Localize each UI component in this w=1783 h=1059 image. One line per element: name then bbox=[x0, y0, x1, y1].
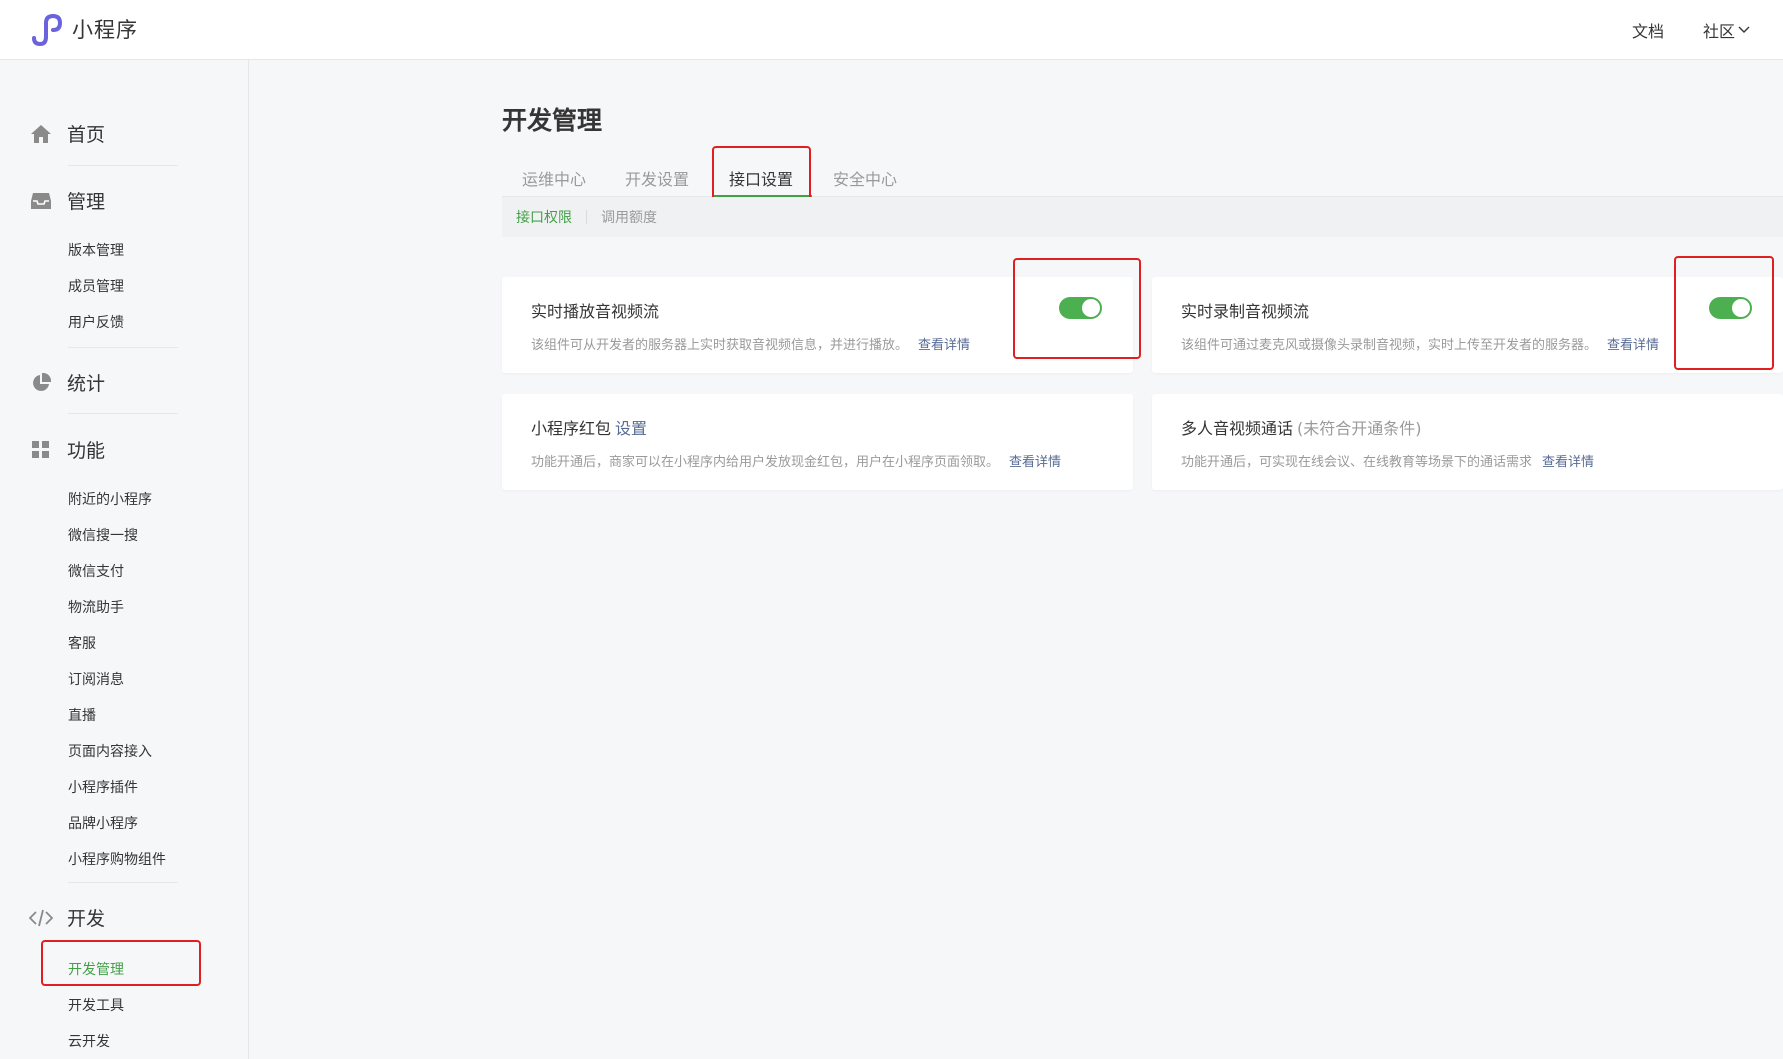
feature-card-live-pusher: 实时录制音视频流 该组件可通过麦克风或摄像头录制音视频，实时上传至开发者的服务器… bbox=[1152, 277, 1783, 373]
sidebar-item-shopping[interactable]: 小程序购物组件 bbox=[68, 849, 166, 869]
feature-card-live-player: 实时播放音视频流 该组件可从开发者的服务器上实时获取音视频信息，并进行播放。 查看… bbox=[502, 277, 1133, 373]
grid-icon bbox=[29, 438, 53, 462]
sidebar-item-dev-tools[interactable]: 开发工具 bbox=[68, 995, 124, 1015]
card-title-text: 小程序红包 bbox=[531, 419, 612, 438]
card-title: 小程序红包 设置 bbox=[531, 415, 647, 439]
card-title: 多人音视频通话 (未符合开通条件) bbox=[1181, 415, 1422, 439]
sidebar-group-dev[interactable]: 开发 bbox=[29, 904, 105, 931]
settings-link[interactable]: 设置 bbox=[615, 419, 647, 438]
card-title-text: 多人音视频通话 bbox=[1181, 419, 1294, 438]
sidebar-item-logistics[interactable]: 物流助手 bbox=[68, 597, 124, 617]
code-icon bbox=[29, 906, 53, 930]
docs-link[interactable]: 文档 bbox=[1632, 18, 1664, 42]
app-name: 小程序 bbox=[72, 18, 138, 42]
tab-security[interactable]: 安全中心 bbox=[833, 166, 897, 190]
chevron-down-icon bbox=[1738, 26, 1750, 33]
sidebar-item-version[interactable]: 版本管理 bbox=[68, 240, 124, 260]
sidebar-item-live[interactable]: 直播 bbox=[68, 705, 96, 725]
sidebar-group-label: 首页 bbox=[67, 124, 106, 146]
sidebar-item-cloud[interactable]: 云开发 bbox=[68, 1031, 110, 1051]
tab-ops[interactable]: 运维中心 bbox=[522, 166, 586, 190]
view-detail-link[interactable]: 查看详情 bbox=[1607, 338, 1659, 353]
inbox-icon bbox=[29, 189, 53, 213]
view-detail-link[interactable]: 查看详情 bbox=[1542, 455, 1594, 470]
subtab-bar: 接口权限 调用额度 bbox=[502, 197, 1783, 237]
card-desc: 功能开通后，可实现在线会议、在线教育等场景下的通话需求 查看详情 bbox=[1181, 451, 1594, 470]
feature-toggle[interactable] bbox=[1059, 297, 1102, 319]
pie-chart-icon bbox=[29, 371, 53, 395]
sidebar-item-service[interactable]: 客服 bbox=[68, 633, 96, 653]
community-menu[interactable]: 社区 bbox=[1703, 18, 1750, 42]
sidebar-item-page-content[interactable]: 页面内容接入 bbox=[68, 741, 152, 761]
view-detail-link[interactable]: 查看详情 bbox=[1009, 455, 1061, 470]
sidebar-divider bbox=[68, 413, 178, 414]
sidebar-item-members[interactable]: 成员管理 bbox=[68, 276, 124, 296]
sidebar-group-features[interactable]: 功能 bbox=[29, 436, 105, 463]
sidebar-divider bbox=[68, 165, 178, 166]
sidebar-group-label: 开发 bbox=[67, 908, 106, 930]
card-desc: 该组件可从开发者的服务器上实时获取音视频信息，并进行播放。 查看详情 bbox=[531, 334, 970, 353]
feature-card-red-packet: 小程序红包 设置 功能开通后，商家可以在小程序内给用户发放现金红包，用户在小程序页… bbox=[502, 394, 1133, 490]
sidebar-group-label: 功能 bbox=[67, 440, 106, 462]
sidebar-item-plugin[interactable]: 小程序插件 bbox=[68, 777, 138, 797]
card-desc-text: 该组件可通过麦克风或摄像头录制音视频，实时上传至开发者的服务器。 bbox=[1181, 338, 1598, 353]
page-title: 开发管理 bbox=[502, 106, 603, 135]
brand[interactable]: 小程序 bbox=[30, 12, 138, 46]
view-detail-link[interactable]: 查看详情 bbox=[918, 338, 970, 353]
sidebar-divider bbox=[68, 882, 178, 883]
card-desc-text: 功能开通后，商家可以在小程序内给用户发放现金红包，用户在小程序页面领取。 bbox=[531, 455, 1000, 470]
sidebar-item-nearby[interactable]: 附近的小程序 bbox=[68, 489, 152, 509]
sidebar-group-label: 统计 bbox=[67, 373, 106, 395]
sidebar-group-label: 管理 bbox=[67, 191, 106, 213]
community-label: 社区 bbox=[1703, 22, 1736, 41]
sidebar-item-dev-manage[interactable]: 开发管理 bbox=[68, 959, 124, 979]
card-title: 实时录制音视频流 bbox=[1181, 302, 1310, 321]
subtab-api-permission[interactable]: 接口权限 bbox=[516, 207, 572, 227]
tab-api-settings[interactable]: 接口设置 bbox=[729, 166, 793, 190]
card-desc: 该组件可通过麦克风或摄像头录制音视频，实时上传至开发者的服务器。 查看详情 bbox=[1181, 334, 1659, 353]
tab-dev-settings[interactable]: 开发设置 bbox=[625, 166, 689, 190]
miniprogram-logo-icon bbox=[32, 13, 63, 46]
sidebar-item-search[interactable]: 微信搜一搜 bbox=[68, 525, 138, 545]
sidebar-item-brand[interactable]: 品牌小程序 bbox=[68, 813, 138, 833]
card-desc-text: 该组件可从开发者的服务器上实时获取音视频信息，并进行播放。 bbox=[531, 338, 909, 353]
tab-bar: 运维中心 开发设置 接口设置 安全中心 bbox=[502, 154, 1783, 197]
sidebar-group-stats[interactable]: 统计 bbox=[29, 369, 105, 396]
feature-toggle[interactable] bbox=[1709, 297, 1752, 319]
top-header: 小程序 文档 社区 bbox=[0, 0, 1783, 60]
subtab-quota[interactable]: 调用额度 bbox=[601, 207, 657, 227]
subtab-divider bbox=[586, 210, 587, 224]
feature-card-multi-call: 多人音视频通话 (未符合开通条件) 功能开通后，可实现在线会议、在线教育等场景下的… bbox=[1152, 394, 1783, 490]
sidebar: 首页 管理 版本管理 成员管理 用户反馈 统计 功能 附近的小程序 微信搜一搜 … bbox=[0, 60, 249, 1059]
card-title: 实时播放音视频流 bbox=[531, 302, 660, 321]
sidebar-divider bbox=[68, 347, 178, 348]
sidebar-group-manage[interactable]: 管理 bbox=[29, 187, 105, 214]
sidebar-item-feedback[interactable]: 用户反馈 bbox=[68, 312, 124, 332]
toggle-knob bbox=[1082, 299, 1100, 317]
home-icon bbox=[29, 122, 53, 146]
sidebar-group-home[interactable]: 首页 bbox=[29, 120, 105, 147]
card-desc-text: 功能开通后，可实现在线会议、在线教育等场景下的通话需求 bbox=[1181, 455, 1533, 470]
card-title-note: (未符合开通条件) bbox=[1297, 419, 1422, 438]
card-desc: 功能开通后，商家可以在小程序内给用户发放现金红包，用户在小程序页面领取。 查看详情 bbox=[531, 451, 1061, 470]
sidebar-item-subscribe[interactable]: 订阅消息 bbox=[68, 669, 124, 689]
toggle-knob bbox=[1732, 299, 1750, 317]
sidebar-item-pay[interactable]: 微信支付 bbox=[68, 561, 124, 581]
